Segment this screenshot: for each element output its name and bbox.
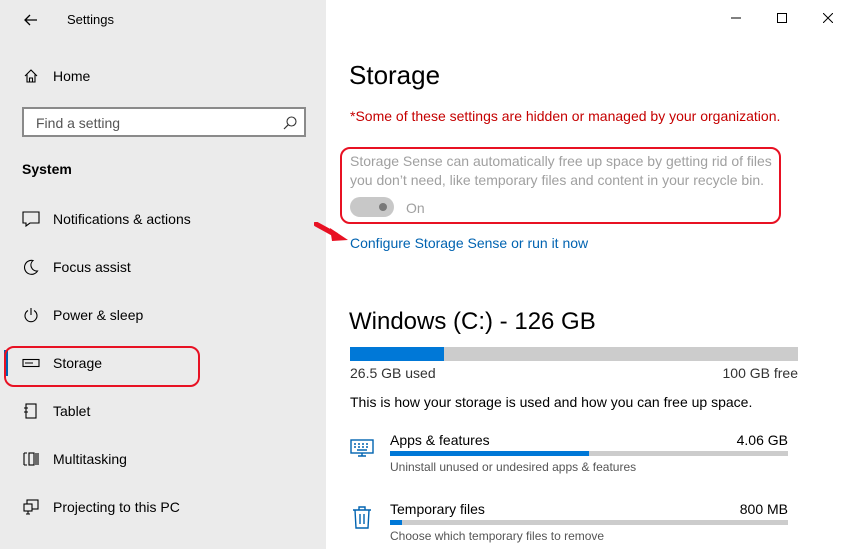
projecting-icon <box>22 498 40 516</box>
tablet-icon <box>22 402 40 420</box>
search-box[interactable] <box>22 107 306 137</box>
minimize-icon <box>731 17 741 19</box>
trash-icon <box>353 506 371 529</box>
category-temporary-files[interactable]: Temporary files 800 MB Choose which temp… <box>350 501 790 551</box>
category-name: Apps & features <box>390 432 490 448</box>
category-name: Temporary files <box>390 501 485 517</box>
sidebar-item-multitasking[interactable]: Multitasking <box>0 439 326 479</box>
sidebar-item-label: Focus assist <box>53 259 131 275</box>
drive-title: Windows (C:) - 126 GB <box>349 308 596 335</box>
drive-free-label: 100 GB free <box>722 365 799 381</box>
page-title: Storage <box>349 60 441 90</box>
sidebar-item-label: Home <box>53 68 91 84</box>
sidebar-item-home[interactable]: Home <box>0 56 326 96</box>
category-description: Uninstall unused or undesired apps & fea… <box>390 460 637 474</box>
maximize-button[interactable] <box>759 0 805 36</box>
storage-highlight-box <box>4 346 200 387</box>
back-button[interactable] <box>14 6 48 34</box>
toggle-knob <box>379 203 387 211</box>
sidebar-item-power-sleep[interactable]: Power & sleep <box>0 295 326 335</box>
category-size: 4.06 GB <box>736 432 788 448</box>
maximize-icon <box>777 13 787 23</box>
organization-warning: *Some of these settings are hidden or ma… <box>350 108 781 124</box>
category-usage-bar <box>390 520 788 525</box>
category-size: 800 MB <box>739 501 788 517</box>
moon-icon <box>22 258 40 276</box>
category-apps-features[interactable]: Apps & features 4.06 GB Uninstall unused… <box>350 432 790 482</box>
storage-sense-description: Storage Sense can automatically free up … <box>350 153 772 188</box>
category-usage-bar <box>390 451 788 456</box>
apps-features-icon <box>350 439 374 457</box>
usage-description: This is how your storage is used and how… <box>350 394 753 410</box>
close-button[interactable] <box>805 0 851 36</box>
drive-usage-bar <box>350 347 798 361</box>
minimize-button[interactable] <box>713 0 759 36</box>
sidebar-item-tablet[interactable]: Tablet <box>0 391 326 431</box>
back-arrow-icon <box>24 14 37 26</box>
category-usage-fill <box>390 520 402 525</box>
sidebar-item-label: Projecting to this PC <box>53 499 180 515</box>
sidebar-item-label: Multitasking <box>53 451 127 467</box>
window-controls <box>713 0 851 36</box>
notifications-icon <box>22 210 40 228</box>
sidebar: Settings Home System Notifications & act… <box>0 0 326 549</box>
storage-sense-toggle[interactable] <box>350 197 394 217</box>
annotation-arrow-icon <box>314 222 348 241</box>
sidebar-item-label: Tablet <box>53 403 91 419</box>
toggle-state-label: On <box>406 200 425 216</box>
section-title: System <box>22 161 72 177</box>
drive-usage-fill <box>350 347 445 361</box>
multitasking-icon <box>22 450 40 468</box>
power-icon <box>22 306 40 324</box>
app-title: Settings <box>67 12 114 27</box>
sidebar-item-label: Notifications & actions <box>53 211 191 227</box>
category-description: Choose which temporary files to remove <box>390 529 605 543</box>
sidebar-item-focus-assist[interactable]: Focus assist <box>0 247 326 287</box>
configure-storage-sense-link[interactable]: Configure Storage Sense or run it now <box>350 235 588 251</box>
category-usage-fill <box>390 451 589 456</box>
sidebar-item-label: Power & sleep <box>53 307 144 323</box>
drive-used-label: 26.5 GB used <box>350 365 436 381</box>
search-icon[interactable] <box>282 115 298 131</box>
close-icon <box>823 13 833 23</box>
home-icon <box>22 67 40 85</box>
sidebar-item-projecting[interactable]: Projecting to this PC <box>0 487 326 527</box>
sidebar-item-notifications[interactable]: Notifications & actions <box>0 199 326 239</box>
search-input[interactable] <box>34 114 278 132</box>
